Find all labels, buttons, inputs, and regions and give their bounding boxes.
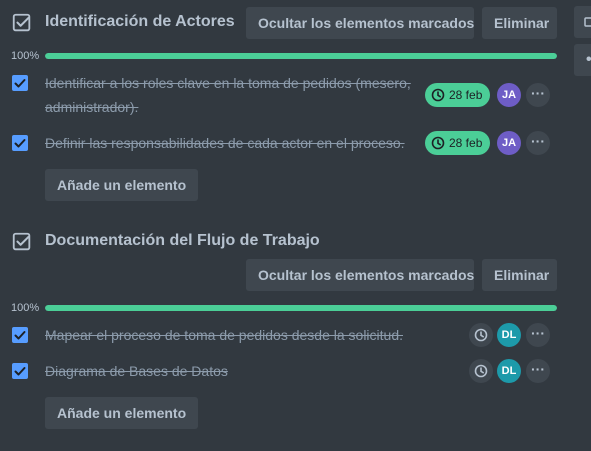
- ellipsis-icon: ···: [531, 85, 545, 101]
- add-item-button[interactable]: Añade un elemento: [45, 397, 199, 429]
- due-date-badge[interactable]: 28 feb: [425, 131, 491, 155]
- item-more-button[interactable]: ···: [526, 83, 550, 107]
- item-more-button[interactable]: ···: [526, 323, 550, 347]
- due-date-text: 28 feb: [449, 88, 483, 102]
- card-icon: [584, 17, 591, 27]
- progress-percent: 100%: [11, 50, 40, 62]
- check-icon: [14, 79, 26, 88]
- check-icon: [14, 139, 26, 148]
- item-more-button[interactable]: ···: [526, 359, 550, 383]
- avatar[interactable]: DL: [497, 359, 521, 383]
- item-checkbox[interactable]: [12, 327, 28, 343]
- add-item-button[interactable]: Añade un elemento: [45, 169, 199, 201]
- due-date-button[interactable]: [469, 359, 493, 383]
- delete-checklist-button[interactable]: Eliminar: [482, 259, 557, 291]
- progress-bar-fill: [45, 305, 557, 311]
- checklist-title: Documentación del Flujo de Trabajo: [45, 232, 320, 249]
- progress-percent: 100%: [11, 302, 40, 314]
- progress-bar: [45, 305, 557, 311]
- due-date-button[interactable]: [469, 323, 493, 347]
- item-text[interactable]: Definir las responsabilidades de cada ac…: [45, 131, 415, 155]
- ellipsis-icon: ···: [531, 325, 545, 341]
- due-date-text: 28 feb: [449, 136, 483, 150]
- progress-bar-fill: [45, 53, 557, 59]
- item-checkbox[interactable]: [12, 135, 28, 151]
- check-icon: [14, 367, 26, 376]
- delete-checklist-button[interactable]: Eliminar: [482, 7, 557, 39]
- check-icon: [14, 331, 26, 340]
- hide-checked-button[interactable]: Ocultar los elementos marcados: [246, 7, 474, 39]
- item-more-button[interactable]: ···: [526, 131, 550, 155]
- item-text[interactable]: Identificar a los roles clave en la toma…: [45, 71, 415, 119]
- item-text[interactable]: Diagrama de Bases de Datos: [45, 359, 465, 383]
- avatar[interactable]: JA: [497, 131, 521, 155]
- clock-icon: [431, 136, 445, 150]
- clock-icon: [431, 88, 445, 102]
- progress-bar: [45, 53, 557, 59]
- side-action-button[interactable]: [574, 6, 591, 38]
- clock-icon: [474, 328, 488, 342]
- ellipsis-icon: ···: [531, 133, 545, 149]
- hide-checked-button[interactable]: Ocultar los elementos marcados: [246, 259, 474, 291]
- side-more-button[interactable]: •: [574, 44, 591, 76]
- due-date-badge[interactable]: 28 feb: [425, 83, 491, 107]
- more-icon: •: [586, 51, 591, 69]
- item-text[interactable]: Mapear el proceso de toma de pedidos des…: [45, 323, 465, 347]
- checklist-icon: [12, 232, 31, 251]
- item-checkbox[interactable]: [12, 363, 28, 379]
- checklist-title: Identificación de Actores: [45, 13, 235, 30]
- checklist-icon: [12, 13, 31, 32]
- ellipsis-icon: ···: [531, 361, 545, 377]
- avatar[interactable]: DL: [497, 323, 521, 347]
- item-checkbox[interactable]: [12, 75, 28, 91]
- avatar[interactable]: JA: [497, 83, 521, 107]
- clock-icon: [474, 364, 488, 378]
